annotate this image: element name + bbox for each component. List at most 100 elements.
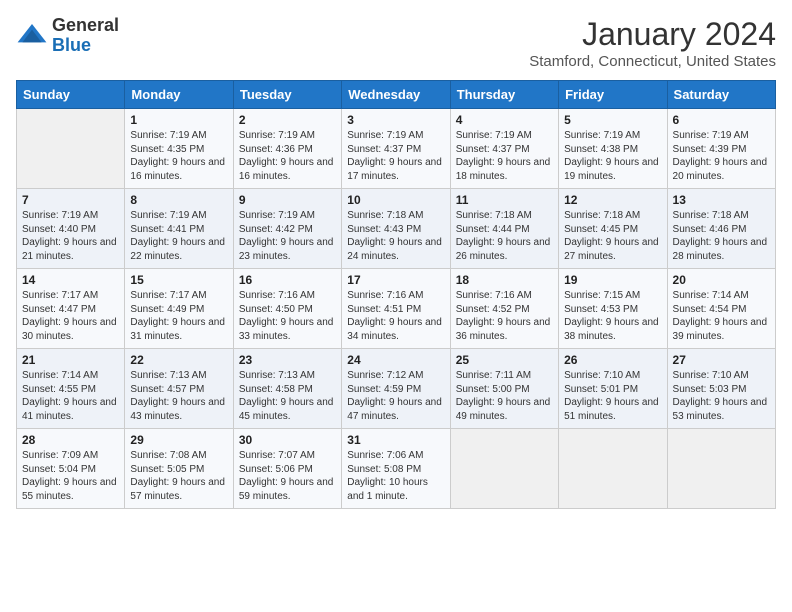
daylight-hours: Daylight: 9 hours and 30 minutes. — [22, 317, 117, 342]
day-info: Sunrise: 7:19 AM Sunset: 4:37 PM Dayligh… — [347, 129, 444, 183]
daylight-hours: Daylight: 9 hours and 41 minutes. — [22, 397, 117, 422]
day-number: 1 — [130, 113, 227, 127]
sunset-time: Sunset: 4:47 PM — [22, 304, 96, 315]
calendar-cell: 4Sunrise: 7:19 AM Sunset: 4:37 PM Daylig… — [450, 109, 558, 189]
daylight-hours: Daylight: 9 hours and 38 minutes. — [564, 317, 659, 342]
logo-general: General — [52, 15, 119, 35]
calendar-week-4: 21 Sunrise: 7:14 AM Sunset: 4:55 PM Dayli… — [17, 349, 776, 429]
day-info: Sunrise: 7:12 AM Sunset: 4:59 PM Dayligh… — [347, 369, 444, 423]
calendar-cell: 14Sunrise: 7:17 AM Sunset: 4:47 PM Dayli… — [17, 269, 125, 349]
month-title: January 2024 — [529, 16, 776, 53]
sunrise-time: Sunrise: 7:14 AM — [22, 370, 98, 381]
daylight-hours: Daylight: 9 hours and 49 minutes. — [456, 397, 551, 422]
sunrise-time: Sunrise: 7:19 AM — [564, 130, 640, 141]
day-info: Sunrise: 7:19 AM Sunset: 4:36 PM Dayligh… — [239, 129, 336, 183]
day-info: Sunrise: 7:18 AM Sunset: 4:44 PM Dayligh… — [456, 209, 553, 263]
day-number: 13 — [673, 193, 770, 207]
sunset-time: Sunset: 4:55 PM — [22, 384, 96, 395]
weekday-header-friday: Friday — [559, 81, 667, 109]
sunrise-time: Sunrise: 7:14 AM — [673, 290, 749, 301]
calendar-cell — [667, 429, 775, 509]
sunset-time: Sunset: 4:38 PM — [564, 144, 638, 155]
calendar-cell — [17, 109, 125, 189]
day-info: Sunrise: 7:08 AM Sunset: 5:05 PM Dayligh… — [130, 449, 227, 503]
sunrise-time: Sunrise: 7:16 AM — [456, 290, 532, 301]
day-info: Sunrise: 7:18 AM Sunset: 4:43 PM Dayligh… — [347, 209, 444, 263]
day-info: Sunrise: 7:14 AM Sunset: 4:55 PM Dayligh… — [22, 369, 119, 423]
sunrise-time: Sunrise: 7:07 AM — [239, 450, 315, 461]
day-number: 22 — [130, 353, 227, 367]
day-info: Sunrise: 7:19 AM Sunset: 4:39 PM Dayligh… — [673, 129, 770, 183]
daylight-hours: Daylight: 9 hours and 17 minutes. — [347, 157, 442, 182]
daylight-hours: Daylight: 9 hours and 59 minutes. — [239, 477, 334, 502]
calendar-cell: 11 Sunrise: 7:18 AM Sunset: 4:44 PM Dayli… — [450, 189, 558, 269]
calendar-cell: 8Sunrise: 7:19 AM Sunset: 4:41 PM Daylig… — [125, 189, 233, 269]
page-header: General Blue January 2024 Stamford, Conn… — [16, 16, 776, 70]
calendar-cell: 31Sunrise: 7:06 AM Sunset: 5:08 PM Dayli… — [342, 429, 450, 509]
day-number: 14 — [22, 273, 119, 287]
sunset-time: Sunset: 4:50 PM — [239, 304, 313, 315]
daylight-hours: Daylight: 9 hours and 26 minutes. — [456, 237, 551, 262]
day-info: Sunrise: 7:15 AM Sunset: 4:53 PM Dayligh… — [564, 289, 661, 343]
daylight-hours: Daylight: 9 hours and 53 minutes. — [673, 397, 768, 422]
title-block: January 2024 Stamford, Connecticut, Unit… — [529, 16, 776, 70]
sunset-time: Sunset: 5:06 PM — [239, 464, 313, 475]
day-number: 24 — [347, 353, 444, 367]
calendar-week-3: 14 Sunrise: 7:17 AM Sunset: 4:47 PM Dayli… — [17, 269, 776, 349]
calendar-cell: 13Sunrise: 7:18 AM Sunset: 4:46 PM Dayli… — [667, 189, 775, 269]
weekday-header-sunday: Sunday — [17, 81, 125, 109]
day-number: 21 — [22, 353, 119, 367]
daylight-hours: Daylight: 9 hours and 19 minutes. — [564, 157, 659, 182]
calendar-cell: 28Sunrise: 7:09 AM Sunset: 5:04 PM Dayli… — [17, 429, 125, 509]
weekday-header-row: SundayMondayTuesdayWednesdayThursdayFrid… — [17, 81, 776, 109]
sunset-time: Sunset: 5:05 PM — [130, 464, 204, 475]
day-number: 11 — [456, 193, 553, 207]
sunrise-time: Sunrise: 7:13 AM — [239, 370, 315, 381]
day-info: Sunrise: 7:19 AM Sunset: 4:40 PM Dayligh… — [22, 209, 119, 263]
day-number: 23 — [239, 353, 336, 367]
calendar-cell: 9Sunrise: 7:19 AM Sunset: 4:42 PM Daylig… — [233, 189, 341, 269]
day-info: Sunrise: 7:19 AM Sunset: 4:35 PM Dayligh… — [130, 129, 227, 183]
sunrise-time: Sunrise: 7:15 AM — [564, 290, 640, 301]
sunrise-time: Sunrise: 7:18 AM — [564, 210, 640, 221]
sunrise-time: Sunrise: 7:12 AM — [347, 370, 423, 381]
day-number: 25 — [456, 353, 553, 367]
calendar-cell: 18Sunrise: 7:16 AM Sunset: 4:52 PM Dayli… — [450, 269, 558, 349]
calendar-cell: 3Sunrise: 7:19 AM Sunset: 4:37 PM Daylig… — [342, 109, 450, 189]
sunset-time: Sunset: 5:08 PM — [347, 464, 421, 475]
day-info: Sunrise: 7:13 AM Sunset: 4:58 PM Dayligh… — [239, 369, 336, 423]
daylight-hours: Daylight: 9 hours and 18 minutes. — [456, 157, 551, 182]
daylight-hours: Daylight: 9 hours and 36 minutes. — [456, 317, 551, 342]
calendar-week-2: 7Sunrise: 7:19 AM Sunset: 4:40 PM Daylig… — [17, 189, 776, 269]
sunset-time: Sunset: 4:46 PM — [673, 224, 747, 235]
sunrise-time: Sunrise: 7:16 AM — [239, 290, 315, 301]
sunset-time: Sunset: 4:41 PM — [130, 224, 204, 235]
day-number: 2 — [239, 113, 336, 127]
calendar-cell: 21 Sunrise: 7:14 AM Sunset: 4:55 PM Dayli… — [17, 349, 125, 429]
sunrise-time: Sunrise: 7:19 AM — [673, 130, 749, 141]
day-number: 27 — [673, 353, 770, 367]
day-info: Sunrise: 7:06 AM Sunset: 5:08 PM Dayligh… — [347, 449, 444, 503]
logo: General Blue — [16, 16, 119, 56]
daylight-hours: Daylight: 9 hours and 20 minutes. — [673, 157, 768, 182]
sunset-time: Sunset: 4:37 PM — [347, 144, 421, 155]
sunrise-time: Sunrise: 7:19 AM — [347, 130, 423, 141]
calendar-cell: 25Sunrise: 7:11 AM Sunset: 5:00 PM Dayli… — [450, 349, 558, 429]
sunrise-time: Sunrise: 7:18 AM — [456, 210, 532, 221]
sunrise-time: Sunrise: 7:17 AM — [130, 290, 206, 301]
daylight-hours: Daylight: 9 hours and 16 minutes. — [239, 157, 334, 182]
daylight-hours: Daylight: 9 hours and 47 minutes. — [347, 397, 442, 422]
day-number: 16 — [239, 273, 336, 287]
daylight-hours: Daylight: 9 hours and 31 minutes. — [130, 317, 225, 342]
day-number: 12 — [564, 193, 661, 207]
sunset-time: Sunset: 4:40 PM — [22, 224, 96, 235]
calendar-cell: 23 Sunrise: 7:13 AM Sunset: 4:58 PM Dayli… — [233, 349, 341, 429]
day-number: 30 — [239, 433, 336, 447]
day-number: 26 — [564, 353, 661, 367]
calendar-cell: 19Sunrise: 7:15 AM Sunset: 4:53 PM Dayli… — [559, 269, 667, 349]
weekday-header-tuesday: Tuesday — [233, 81, 341, 109]
day-number: 17 — [347, 273, 444, 287]
sunset-time: Sunset: 4:39 PM — [673, 144, 747, 155]
logo-text: General Blue — [52, 16, 119, 56]
sunset-time: Sunset: 4:57 PM — [130, 384, 204, 395]
